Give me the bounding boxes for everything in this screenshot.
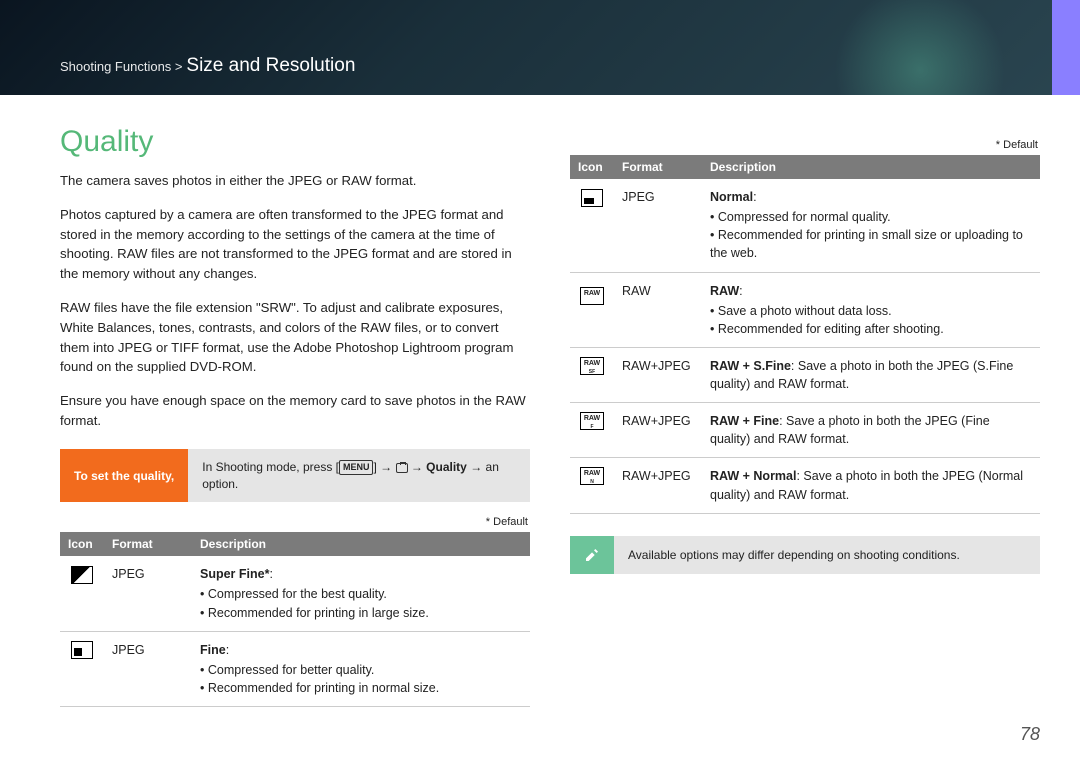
quality-icon-raw: RAW <box>580 287 604 305</box>
instruction-text: → <box>408 460 427 474</box>
section-title: Quality <box>60 125 530 159</box>
desc-title: Normal <box>710 190 753 204</box>
quality-icon-raw-normal: RAWN <box>580 467 604 485</box>
instruction-text: ] → <box>373 460 395 474</box>
desc-bullet: Compressed for the best quality. <box>200 585 522 603</box>
desc-bullet: Recommended for printing in large size. <box>200 604 522 622</box>
th-description: Description <box>702 155 1040 179</box>
default-note: * Default <box>60 516 528 528</box>
desc-bullet: Save a photo without data loss. <box>710 302 1032 320</box>
cell-description: Normal: Compressed for normal quality. R… <box>702 179 1040 272</box>
desc-bullet: Recommended for editing after shooting. <box>710 320 1032 338</box>
desc-title: RAW + S.Fine <box>710 359 791 373</box>
paragraph: Photos captured by a camera are often tr… <box>60 205 530 284</box>
table-row: RAWF RAW+JPEG RAW + Fine: Save a photo i… <box>570 403 1040 458</box>
desc-bullet: Recommended for printing in small size o… <box>710 226 1032 262</box>
quality-icon-raw-sfine: RAWSF <box>580 357 604 375</box>
table-row: RAWN RAW+JPEG RAW + Normal: Save a photo… <box>570 458 1040 513</box>
cell-format: JPEG <box>614 179 702 272</box>
page-number: 78 <box>1020 724 1040 745</box>
cell-description: RAW + Fine: Save a photo in both the JPE… <box>702 403 1040 458</box>
table-row: RAWSF RAW+JPEG RAW + S.Fine: Save a phot… <box>570 347 1040 402</box>
breadcrumb: Shooting Functions > Size and Resolution <box>60 55 355 77</box>
th-icon: Icon <box>60 532 104 556</box>
instruction-row: To set the quality, In Shooting mode, pr… <box>60 449 530 503</box>
desc-title: RAW + Fine <box>710 414 779 428</box>
sidebar-tab[interactable] <box>1052 0 1080 95</box>
cell-format: JPEG <box>104 556 192 631</box>
note-text: Available options may differ depending o… <box>614 536 1040 574</box>
pen-icon <box>570 536 614 574</box>
cell-format: RAW+JPEG <box>614 403 702 458</box>
breadcrumb-page: Size and Resolution <box>186 55 355 76</box>
content-area: Quality The camera saves photos in eithe… <box>0 95 1080 707</box>
left-column: Quality The camera saves photos in eithe… <box>60 125 530 707</box>
page-header: Shooting Functions > Size and Resolution <box>0 0 1080 95</box>
th-format: Format <box>104 532 192 556</box>
desc-title: Super Fine* <box>200 567 269 581</box>
quality-icon-superfine <box>71 566 93 584</box>
th-description: Description <box>192 532 530 556</box>
right-column: * Default Icon Format Description JPEG N… <box>570 125 1040 707</box>
cell-format: RAW+JPEG <box>614 347 702 402</box>
desc-title: RAW <box>710 284 739 298</box>
camera-icon <box>396 463 408 473</box>
instruction-label: To set the quality, <box>60 449 188 503</box>
paragraph: The camera saves photos in either the JP… <box>60 171 530 191</box>
paragraph: Ensure you have enough space on the memo… <box>60 391 530 431</box>
quality-icon-fine <box>71 641 93 659</box>
menu-icon: MENU <box>339 460 374 475</box>
paragraph: RAW files have the file extension "SRW".… <box>60 298 530 377</box>
desc-title: Fine <box>200 643 226 657</box>
desc-bullet: Compressed for better quality. <box>200 661 522 679</box>
quality-table-left: Icon Format Description JPEG Super Fine*… <box>60 532 530 707</box>
instruction-body: In Shooting mode, press [MENU] → → Quali… <box>188 449 530 503</box>
default-note: * Default <box>570 139 1038 151</box>
cell-description: RAW: Save a photo without data loss. Rec… <box>702 272 1040 347</box>
table-row: JPEG Fine: Compressed for better quality… <box>60 631 530 706</box>
cell-format: JPEG <box>104 631 192 706</box>
cell-description: Super Fine*: Compressed for the best qua… <box>192 556 530 631</box>
cell-description: RAW + Normal: Save a photo in both the J… <box>702 458 1040 513</box>
note-box: Available options may differ depending o… <box>570 536 1040 574</box>
cell-description: Fine: Compressed for better quality. Rec… <box>192 631 530 706</box>
table-row: JPEG Super Fine*: Compressed for the bes… <box>60 556 530 631</box>
cell-description: RAW + S.Fine: Save a photo in both the J… <box>702 347 1040 402</box>
th-format: Format <box>614 155 702 179</box>
instruction-bold: Quality <box>426 460 467 474</box>
table-row: RAW RAW RAW: Save a photo without data l… <box>570 272 1040 347</box>
instruction-text: In Shooting mode, press [ <box>202 460 339 474</box>
quality-table-right: Icon Format Description JPEG Normal: Com… <box>570 155 1040 514</box>
breadcrumb-category: Shooting Functions > <box>60 59 183 74</box>
table-row: JPEG Normal: Compressed for normal quali… <box>570 179 1040 272</box>
cell-format: RAW+JPEG <box>614 458 702 513</box>
desc-title: RAW + Normal <box>710 469 796 483</box>
th-icon: Icon <box>570 155 614 179</box>
cell-format: RAW <box>614 272 702 347</box>
quality-icon-normal <box>581 189 603 207</box>
quality-icon-raw-fine: RAWF <box>580 412 604 430</box>
desc-bullet: Recommended for printing in normal size. <box>200 679 522 697</box>
desc-bullet: Compressed for normal quality. <box>710 208 1032 226</box>
